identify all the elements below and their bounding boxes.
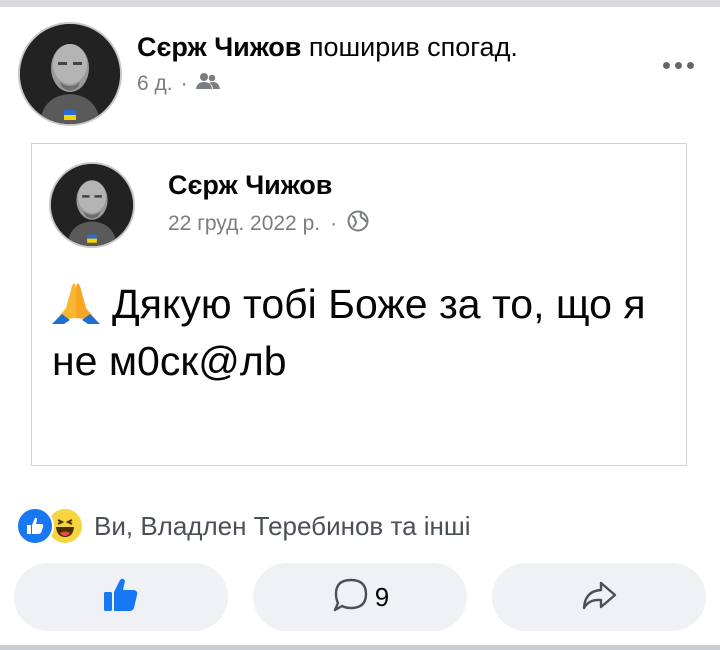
memory-avatar[interactable]	[49, 162, 135, 248]
post-author-name[interactable]: Сєрж Чижов	[137, 32, 301, 62]
share-button[interactable]	[492, 563, 706, 631]
more-options-button[interactable]	[655, 50, 701, 80]
globe-icon[interactable]	[347, 210, 369, 238]
like-button[interactable]	[14, 563, 228, 631]
post-meta: 6 д. ·	[137, 72, 220, 96]
memory-text-block: Дякую тобі Боже за то, що я не м0ск@лb	[52, 276, 662, 390]
avatar[interactable]	[18, 22, 122, 126]
comment-icon	[331, 575, 371, 620]
dot-icon	[686, 61, 694, 69]
post-action-text: поширив спогад.	[308, 32, 518, 62]
comment-button[interactable]: 9	[253, 563, 467, 631]
bottom-divider	[0, 645, 720, 650]
memory-author-name[interactable]: Сєрж Чижов	[168, 170, 332, 201]
post-time[interactable]: 6 д.	[137, 72, 173, 96]
meta-separator: ·	[330, 212, 338, 235]
dot-icon	[674, 61, 682, 69]
friends-icon[interactable]	[195, 72, 220, 96]
memory-text: Дякую тобі Боже за то, що я не м0ск@лb	[52, 281, 646, 384]
memory-meta: 22 груд. 2022 р. ·	[168, 210, 369, 238]
top-divider	[0, 0, 720, 7]
reactions-summary[interactable]: Ви, Владлен Теребинов та інші	[16, 506, 471, 546]
profile-photo	[51, 164, 133, 246]
meta-separator: ·	[180, 72, 188, 95]
memory-date[interactable]: 22 груд. 2022 р.	[168, 212, 320, 236]
memory-card[interactable]: Сєрж Чижов 22 груд. 2022 р. · Дякую тобі…	[31, 143, 687, 466]
thumbs-up-icon	[101, 575, 141, 620]
profile-photo	[20, 24, 120, 124]
dot-icon	[662, 61, 670, 69]
share-icon	[579, 575, 619, 620]
reactions-text[interactable]: Ви, Владлен Теребинов та інші	[94, 511, 471, 542]
comment-count: 9	[374, 581, 390, 612]
like-reaction-icon	[16, 507, 54, 545]
folded-hands-icon	[52, 278, 100, 324]
post-header-line: Сєрж Чижов поширив спогад.	[137, 30, 518, 64]
